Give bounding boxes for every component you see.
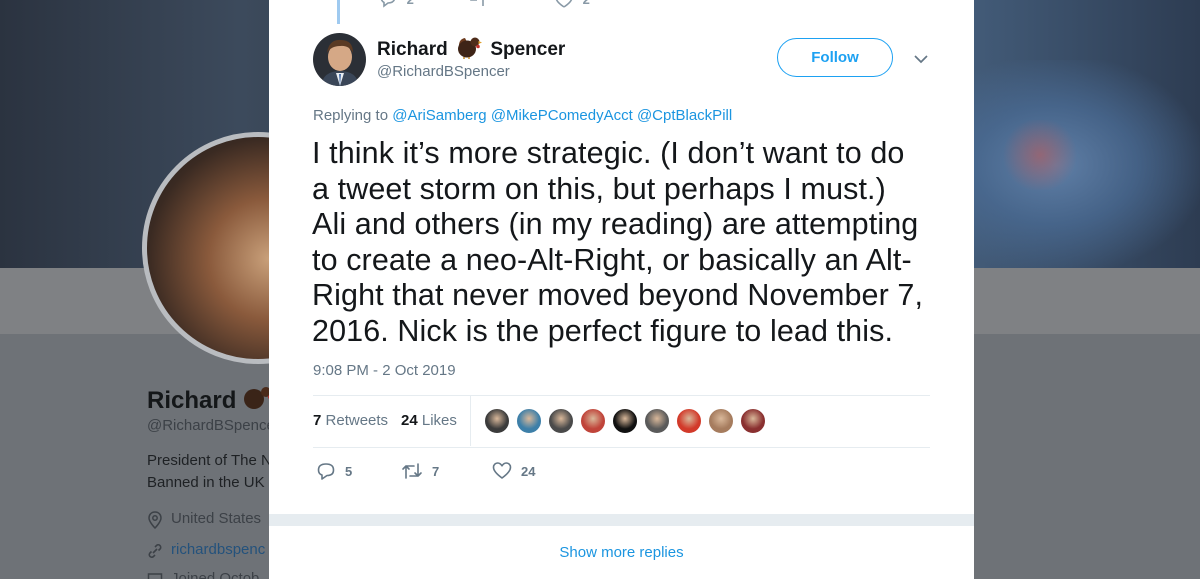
previous-reply-action[interactable]: 2 <box>379 0 414 8</box>
liker-avatar[interactable] <box>708 408 734 434</box>
tweet-text-line: 2016. Nick is the perfect figure to lead… <box>312 313 894 348</box>
replying-to: Replying to @AriSamberg @MikePComedyAcct… <box>313 107 733 124</box>
calendar-icon <box>147 573 163 579</box>
liker-avatar[interactable] <box>484 408 510 434</box>
mention-link[interactable]: @AriSamberg <box>392 107 486 124</box>
likes-stat[interactable]: 24 Likes <box>401 412 457 429</box>
profile-website-link: richardbspenc <box>147 541 265 558</box>
profile-bio-line: Banned in the UK <box>147 474 265 491</box>
liker-avatar[interactable] <box>516 408 542 434</box>
retweet-icon <box>402 463 422 479</box>
heart-icon <box>492 462 512 479</box>
reply-button[interactable]: 5 <box>316 460 352 482</box>
tweet-text: I think it’s more strategic. (I don’t wa… <box>312 136 942 349</box>
tweet-stats: 7 Retweets 24 Likes <box>313 396 930 446</box>
replies-separator <box>269 514 974 526</box>
tweet-timestamp[interactable]: 9:08 PM - 2 Oct 2019 <box>313 362 456 379</box>
liker-avatar[interactable] <box>644 408 670 434</box>
retweet-button[interactable]: 7 <box>401 460 439 482</box>
more-options-button[interactable] <box>912 50 930 68</box>
profile-joined-date: Joined Octob <box>147 570 259 579</box>
tweet-text-line: a tweet storm on this, but perhaps I mus… <box>312 171 886 206</box>
tweet-text-line: to create a neo-Alt-Right, or basically … <box>312 242 912 277</box>
profile-handle: @RichardBSpence <box>147 417 275 434</box>
author-avatar[interactable] <box>313 33 366 86</box>
liker-avatar[interactable] <box>580 408 606 434</box>
author-handle[interactable]: @RichardBSpencer <box>377 63 510 80</box>
location-pin-icon <box>148 511 162 529</box>
profile-name: Richard <box>147 384 274 415</box>
liker-avatar[interactable] <box>548 408 574 434</box>
divider <box>470 396 471 446</box>
link-icon <box>148 544 162 558</box>
profile-location: United States <box>147 510 261 529</box>
author-name[interactable]: Richard Spencer <box>377 35 565 65</box>
heart-icon <box>555 0 573 8</box>
retweets-stat[interactable]: 7 Retweets <box>313 412 388 429</box>
profile-bio-line: President of The N <box>147 452 272 469</box>
previous-like-action[interactable]: 2 <box>555 0 590 8</box>
divider <box>313 447 930 448</box>
liker-avatar[interactable] <box>676 408 702 434</box>
thread-line <box>337 0 340 24</box>
show-more-replies-button[interactable]: Show more replies <box>269 526 974 579</box>
retweet-icon <box>470 0 484 6</box>
tweet-actions: 5 7 24 <box>313 460 613 484</box>
reply-icon <box>317 463 335 480</box>
liker-avatar[interactable] <box>740 408 766 434</box>
reply-icon <box>381 0 395 8</box>
like-button[interactable]: 24 <box>492 460 535 482</box>
tweet-modal: 2 2 Richard <box>269 0 974 579</box>
follow-button[interactable]: Follow <box>777 38 893 77</box>
liker-avatar[interactable] <box>612 408 638 434</box>
tweet-text-line: I think it’s more strategic. (I don’t wa… <box>312 136 905 170</box>
chevron-down-icon <box>914 55 928 64</box>
tweet-text-line: Right that never moved beyond November 7… <box>312 278 924 312</box>
tweet-text-line: Ali and others (in my reading) are attem… <box>312 207 919 241</box>
mention-link[interactable]: @CptBlackPill <box>637 107 732 124</box>
previous-retweet-action[interactable] <box>467 0 487 9</box>
mention-link[interactable]: @MikePComedyAcct <box>491 107 633 124</box>
turkey-icon <box>456 35 483 65</box>
